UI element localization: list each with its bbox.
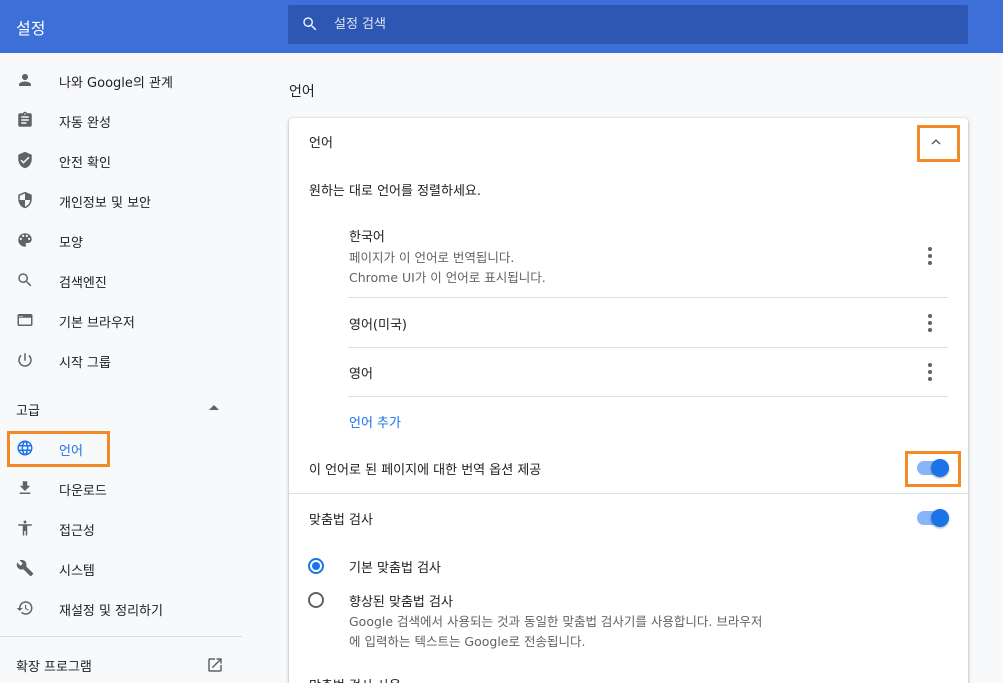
spellcheck-label: 맞춤법 검사 (309, 513, 373, 528)
enhanced-spellcheck-description: 에 입력하는 텍스트는 Google로 전송됩니다. (349, 634, 586, 649)
sidebar-item-label: 시작 그룹 (59, 356, 111, 371)
more-vert-icon[interactable] (920, 313, 940, 333)
search-input[interactable] (334, 5, 934, 44)
language-detail: Chrome UI가 이 언어로 표시됩니다. (349, 270, 546, 285)
sidebar-item-accessibility[interactable]: 접근성 (0, 508, 242, 548)
app-title: 설정 (16, 19, 46, 38)
sidebar-item-label: 기본 브라우저 (59, 316, 135, 331)
sidebar-item-label: 모양 (59, 236, 83, 251)
sidebar-item-extensions[interactable]: 확장 프로그램 (16, 656, 92, 675)
language-name: 한국어 (349, 230, 385, 245)
sidebar-item-label: 자동 완성 (59, 116, 111, 131)
chevron-up-icon (931, 139, 941, 145)
sidebar-item-search-engine[interactable]: 검색엔진 (0, 260, 242, 300)
enhanced-spellcheck-label: 향상된 맞춤법 검사 (349, 595, 453, 610)
open-in-new-icon[interactable] (206, 656, 224, 674)
shield-icon (18, 191, 32, 209)
sidebar-item-reset-cleanup[interactable]: 재설정 및 정리하기 (0, 588, 242, 628)
globe-icon (17, 440, 33, 456)
sidebar-item-label: 검색엔진 (59, 276, 107, 291)
top-bar: 설정 (0, 0, 1003, 53)
enhanced-spellcheck-description: Google 검색에서 사용되는 것과 동일한 맞춤법 검사기를 사용합니다. … (349, 614, 763, 629)
search-icon (303, 17, 317, 31)
power-icon (18, 353, 32, 367)
translate-offer-toggle[interactable] (915, 458, 949, 478)
basic-spellcheck-label: 기본 맞춤법 검사 (349, 561, 441, 576)
languages-header: 언어 (309, 136, 333, 151)
sidebar-item-you-and-google[interactable]: 나와 Google의 관계 (0, 60, 242, 100)
more-vert-icon[interactable] (920, 362, 940, 382)
sidebar: 나와 Google의 관계 자동 완성 안전 확인 개인정보 및 보안 모양 검… (0, 53, 242, 683)
enhanced-spellcheck-radio[interactable] (308, 592, 324, 608)
spellcheck-toggle[interactable] (915, 508, 949, 528)
sidebar-item-label: 안전 확인 (59, 156, 111, 171)
sidebar-item-privacy-security[interactable]: 개인정보 및 보안 (0, 180, 242, 220)
sidebar-item-label: 언어 (59, 444, 83, 459)
person-icon (19, 74, 31, 86)
shield-check-icon (18, 151, 32, 169)
language-order-description: 원하는 대로 언어를 정렬하세요. (309, 184, 482, 199)
sidebar-item-downloads[interactable]: 다운로드 (0, 468, 242, 508)
clipboard-icon (18, 111, 32, 127)
sidebar-divider (0, 636, 242, 637)
advanced-toggle-label[interactable]: 고급 (16, 400, 40, 419)
wrench-icon (16, 559, 34, 577)
sidebar-item-label: 다운로드 (59, 484, 107, 499)
more-vert-icon[interactable] (920, 246, 940, 266)
language-name: 영어 (349, 367, 373, 382)
language-detail: 페이지가 이 언어로 번역됩니다. (349, 250, 515, 265)
sidebar-item-appearance[interactable]: 모양 (0, 220, 242, 260)
palette-icon (18, 233, 32, 247)
collapse-arrow-icon[interactable] (209, 405, 219, 410)
sidebar-item-label: 시스템 (59, 564, 95, 579)
search-box[interactable] (288, 5, 968, 44)
collapse-button[interactable] (921, 130, 951, 154)
sidebar-item-label: 접근성 (59, 524, 95, 539)
translate-offer-label: 이 언어로 된 페이지에 대한 번역 옵션 제공 (309, 463, 542, 478)
history-icon (16, 601, 33, 615)
sidebar-item-system[interactable]: 시스템 (0, 548, 242, 588)
section-divider (289, 493, 968, 494)
row-divider (348, 396, 948, 397)
sidebar-item-autofill[interactable]: 자동 완성 (0, 100, 242, 140)
section-title: 언어 (289, 84, 315, 100)
browser-window-icon (17, 314, 33, 326)
sidebar-item-label: 재설정 및 정리하기 (59, 604, 163, 619)
sidebar-item-default-browser[interactable]: 기본 브라우저 (0, 300, 242, 340)
accessibility-icon (18, 520, 32, 536)
spellcheck-usage-label: 맞춤법 검사 사용 (309, 675, 401, 683)
sidebar-item-languages[interactable]: 언어 (0, 428, 242, 468)
row-divider (348, 297, 948, 298)
row-divider (348, 347, 948, 348)
sidebar-item-safety-check[interactable]: 안전 확인 (0, 140, 242, 180)
languages-card: 언어 원하는 대로 언어를 정렬하세요. 한국어 페이지가 이 언어로 번역됩니… (289, 118, 968, 683)
sidebar-item-on-startup[interactable]: 시작 그룹 (0, 340, 242, 380)
search-icon (18, 273, 32, 287)
sidebar-item-label: 개인정보 및 보안 (59, 196, 151, 211)
sidebar-item-label: 나와 Google의 관계 (59, 76, 173, 91)
add-language-button[interactable]: 언어 추가 (349, 412, 401, 431)
basic-spellcheck-radio[interactable] (308, 558, 324, 574)
language-name: 영어(미국) (349, 318, 407, 333)
download-icon (19, 481, 31, 494)
